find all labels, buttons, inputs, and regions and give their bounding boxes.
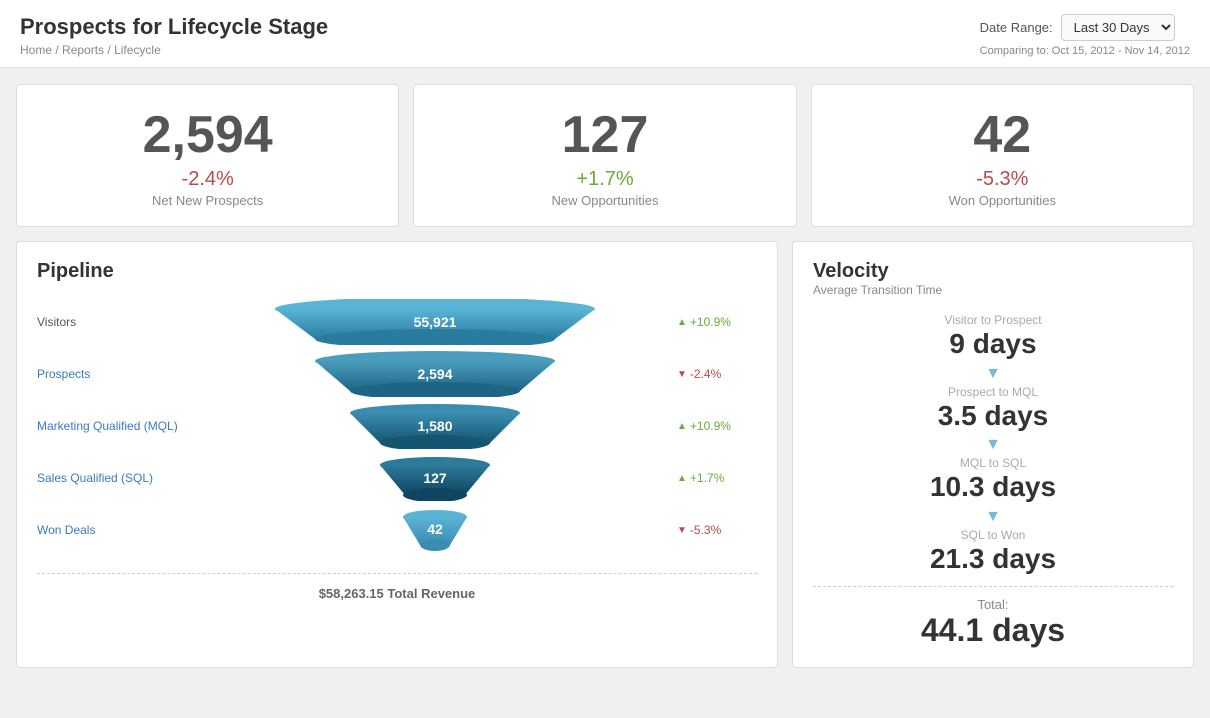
pipeline-pct-prospects: ▼ -2.4% <box>677 367 757 381</box>
velocity-subtitle: Average Transition Time <box>813 283 1173 297</box>
velocity-item-3: SQL to Won 21.3 days <box>813 528 1173 576</box>
won-opps-label: Won Opportunities <box>832 193 1173 208</box>
funnel-shape-sql: 127 <box>265 455 605 501</box>
pipeline-pct-sql: ▲ +1.7% <box>677 471 757 485</box>
pipeline-shape-visitors: 55,921 <box>192 299 677 345</box>
pipeline-shape-won: 42 <box>192 507 677 553</box>
pipeline-label-sql: Sales Qualified (SQL) <box>37 471 192 485</box>
net-new-prospects-change: -2.4% <box>37 168 378 191</box>
total-revenue: $58,263.15 Total Revenue <box>37 573 757 601</box>
vel-value-1: 3.5 days <box>813 399 1173 433</box>
svg-text:55,921: 55,921 <box>413 314 456 330</box>
pipeline-pct-visitors: ▲ +10.9% <box>677 315 757 329</box>
bottom-panels: Pipeline Visitors <box>16 241 1194 667</box>
breadcrumb-current: Lifecycle <box>114 43 161 57</box>
velocity-divider <box>813 586 1173 587</box>
pipeline-row-won: Won Deals <box>37 507 757 553</box>
svg-text:127: 127 <box>423 470 447 486</box>
summary-cards: 2,594 -2.4% Net New Prospects 127 +1.7% … <box>16 84 1194 227</box>
velocity-panel: Velocity Average Transition Time Visitor… <box>792 241 1194 667</box>
net-new-prospects-number: 2,594 <box>37 107 378 164</box>
velocity-item-0: Visitor to Prospect 9 days <box>813 313 1173 361</box>
net-new-prospects-label: Net New Prospects <box>37 193 378 208</box>
funnel-shape-visitors: 55,921 <box>265 299 605 345</box>
main-content: 2,594 -2.4% Net New Prospects 127 +1.7% … <box>0 68 1210 684</box>
pipeline-content: Visitors <box>37 299 757 601</box>
summary-card-opportunities: 127 +1.7% New Opportunities <box>413 84 796 227</box>
vel-label-3: SQL to Won <box>813 528 1173 542</box>
pipeline-pct-mql: ▲ +10.9% <box>677 419 757 433</box>
vel-label-2: MQL to SQL <box>813 456 1173 470</box>
pipeline-row-visitors: Visitors <box>37 299 757 345</box>
new-opps-number: 127 <box>434 107 775 164</box>
won-opps-change: -5.3% <box>832 168 1173 191</box>
pipeline-shape-prospects: 2,594 <box>192 351 677 397</box>
svg-text:2,594: 2,594 <box>417 366 452 382</box>
vel-value-3: 21.3 days <box>813 542 1173 576</box>
vel-value-0: 9 days <box>813 327 1173 361</box>
pipeline-row-prospects: Prospects <box>37 351 757 397</box>
up-arrow-icon: ▲ <box>677 421 687 432</box>
down-arrow-icon: ▼ <box>677 369 687 380</box>
pipeline-row-sql: Sales Qualified (SQL) <box>37 455 757 501</box>
svg-text:1,580: 1,580 <box>417 418 452 434</box>
up-arrow-icon: ▲ <box>677 473 687 484</box>
pipeline-panel: Pipeline Visitors <box>16 241 778 667</box>
pipeline-label-visitors: Visitors <box>37 315 192 329</box>
pipeline-label-prospects: Prospects <box>37 367 192 381</box>
page-header: Prospects for Lifecycle Stage Home / Rep… <box>0 0 1210 68</box>
vel-label-1: Prospect to MQL <box>813 385 1173 399</box>
vel-arrow-1: ▼ <box>813 436 1173 454</box>
up-arrow-icon: ▲ <box>677 317 687 328</box>
vel-label-0: Visitor to Prospect <box>813 313 1173 327</box>
summary-card-prospects: 2,594 -2.4% Net New Prospects <box>16 84 399 227</box>
date-range-row: Date Range: Last 30 Days <box>980 14 1190 41</box>
comparing-text: Comparing to: Oct 15, 2012 - Nov 14, 201… <box>980 45 1190 57</box>
down-arrow-icon: ▼ <box>677 525 687 536</box>
pipeline-shape-mql: 1,580 <box>192 403 677 449</box>
vel-value-2: 10.3 days <box>813 470 1173 504</box>
funnel-shape-prospects: 2,594 <box>265 351 605 397</box>
breadcrumb-reports[interactable]: Reports <box>62 43 104 57</box>
velocity-title: Velocity <box>813 260 1173 283</box>
vel-arrow-2: ▼ <box>813 508 1173 526</box>
won-opps-number: 42 <box>832 107 1173 164</box>
pipeline-title: Pipeline <box>37 260 757 283</box>
pipeline-shape-sql: 127 <box>192 455 677 501</box>
date-range-select[interactable]: Last 30 Days <box>1061 14 1175 41</box>
new-opps-label: New Opportunities <box>434 193 775 208</box>
breadcrumb-home[interactable]: Home <box>20 43 52 57</box>
date-range-label: Date Range: <box>980 20 1053 35</box>
breadcrumb: Home / Reports / Lifecycle <box>20 43 328 57</box>
header-left: Prospects for Lifecycle Stage Home / Rep… <box>20 14 328 57</box>
funnel-shape-mql: 1,580 <box>265 403 605 449</box>
svg-text:42: 42 <box>427 521 443 537</box>
header-right: Date Range: Last 30 Days Comparing to: O… <box>980 14 1190 57</box>
pipeline-pct-won: ▼ -5.3% <box>677 523 757 537</box>
pipeline-label-won: Won Deals <box>37 523 192 537</box>
new-opps-change: +1.7% <box>434 168 775 191</box>
pipeline-label-mql: Marketing Qualified (MQL) <box>37 419 192 433</box>
page-title: Prospects for Lifecycle Stage <box>20 14 328 40</box>
vel-arrow-0: ▼ <box>813 365 1173 383</box>
funnel-shape-won: 42 <box>265 507 605 553</box>
velocity-total-label: Total: <box>813 597 1173 612</box>
pipeline-row-mql: Marketing Qualified (MQL) <box>37 403 757 449</box>
velocity-total-value: 44.1 days <box>813 612 1173 649</box>
velocity-item-1: Prospect to MQL 3.5 days <box>813 385 1173 433</box>
summary-card-won: 42 -5.3% Won Opportunities <box>811 84 1194 227</box>
velocity-item-2: MQL to SQL 10.3 days <box>813 456 1173 504</box>
